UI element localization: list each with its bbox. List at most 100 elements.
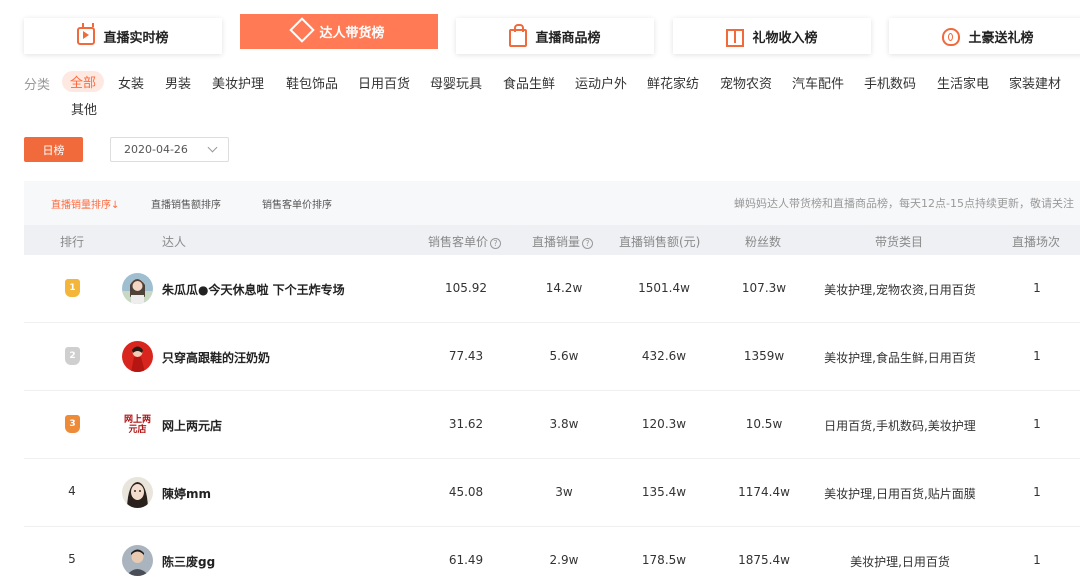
category-item[interactable]: 其他: [71, 99, 97, 118]
category-item[interactable]: 日用百货: [358, 73, 410, 92]
influencer-name[interactable]: 陳婷mm: [162, 485, 211, 502]
help-icon[interactable]: ?: [490, 238, 502, 249]
rank-number: 5: [68, 552, 76, 566]
unit-price: 45.08: [448, 485, 484, 499]
category-item[interactable]: 食品生鲜: [503, 73, 555, 92]
help-icon[interactable]: ?: [582, 238, 594, 249]
category-item[interactable]: 汽车配件: [792, 73, 844, 92]
category-item[interactable]: 运动户外: [575, 73, 627, 92]
fans-count: 1359w: [743, 349, 785, 363]
product-categories: 美妆护理,日用百货: [850, 555, 950, 569]
sort-bar: 直播销量排序↓ 直播销售额排序 销售客单价排序 蝉妈妈达人带货榜和直播商品榜，每…: [24, 181, 1080, 225]
influencer-name[interactable]: 网上两元店: [162, 417, 222, 434]
gift-icon: [726, 29, 745, 47]
column-header-live-volume[interactable]: 直播销量?: [532, 233, 594, 250]
unit-price: 61.49: [448, 553, 484, 567]
table-row[interactable]: 4 陳婷mm 45.08 3w 135.4w 1174.4w 美妆护理,日用百货…: [24, 459, 1080, 527]
product-categories: 日用百货,手机数码,美妆护理: [824, 419, 976, 433]
sort-by-live-sales[interactable]: 直播销售额排序: [151, 196, 221, 211]
table-row[interactable]: 2 只穿高跟鞋的汪奶奶 77.43 5.6w 432.6w 1359w 美妆护理…: [24, 323, 1080, 391]
tab-live-products[interactable]: 直播商品榜: [456, 18, 654, 54]
diamond-icon: [289, 16, 316, 43]
tab-label: 礼物收入榜: [752, 30, 818, 46]
live-sessions: 1: [1033, 349, 1041, 363]
category-item[interactable]: 宠物农资: [720, 73, 772, 92]
bronze-medal-icon: 3: [65, 415, 80, 433]
tab-label: 直播商品榜: [535, 30, 601, 46]
column-header-fans: 粉丝数: [745, 235, 782, 249]
fans-count: 1174.4w: [738, 485, 790, 499]
category-item[interactable]: 手机数码: [864, 73, 916, 92]
avatar-logo-text: 网上两元店: [124, 414, 152, 435]
tab-gift-income[interactable]: 礼物收入榜: [673, 18, 871, 54]
category-item-all[interactable]: 全部: [62, 71, 105, 92]
live-volume: 14.2w: [545, 281, 583, 295]
tab-label: 直播实时榜: [103, 30, 169, 46]
tab-influencer-sales[interactable]: 达人带货榜: [240, 14, 438, 49]
column-header-unit-price[interactable]: 销售客单价?: [428, 233, 502, 250]
tab-label: 土豪送礼榜: [968, 30, 1034, 46]
column-header-live-sales: 直播销售额(元): [619, 235, 701, 249]
chevron-down-icon: [207, 142, 218, 153]
update-notice: 蝉妈妈达人带货榜和直播商品榜，每天12点-15点持续更新，敬请关注: [734, 197, 1074, 210]
category-item[interactable]: 女装: [118, 73, 144, 92]
product-categories: 美妆护理,食品生鲜,日用百货: [824, 351, 976, 365]
avatar[interactable]: [122, 545, 153, 576]
influencer-name[interactable]: 朱瓜瓜●今天休息啦 下个王炸专场: [162, 281, 345, 298]
fans-count: 107.3w: [741, 281, 787, 295]
tv-icon: [77, 27, 96, 45]
influencer-name[interactable]: 只穿高跟鞋的汪奶奶: [162, 349, 270, 366]
tab-big-spenders[interactable]: 土豪送礼榜: [889, 18, 1080, 54]
live-sales: 135.4w: [641, 485, 687, 499]
category-item[interactable]: 生活家电: [937, 73, 989, 92]
shopping-bag-icon: [509, 24, 528, 47]
column-header-sessions: 直播场次: [1012, 235, 1061, 249]
live-sessions: 1: [1033, 417, 1041, 431]
category-item[interactable]: 美妆护理: [212, 73, 264, 92]
category-item[interactable]: 母婴玩具: [430, 73, 482, 92]
live-volume: 3.8w: [549, 417, 579, 431]
date-value: 2020-04-26: [124, 143, 188, 156]
table-header: 排行 达人 销售客单价? 直播销量? 直播销售额(元) 粉丝数 带货类目 直播场…: [24, 225, 1080, 255]
unit-price: 77.43: [448, 349, 484, 363]
sort-by-live-volume[interactable]: 直播销量排序↓: [51, 196, 119, 211]
category-item[interactable]: 鞋包饰品: [286, 73, 338, 92]
category-label: 分类: [24, 78, 51, 93]
live-volume: 5.6w: [549, 349, 579, 363]
date-select[interactable]: 2020-04-26: [110, 137, 229, 162]
table-row[interactable]: 5 陈三废gg 61.49 2.9w 178.5w 1875.4w 美妆护理,日…: [24, 527, 1080, 584]
silver-medal-icon: 2: [65, 347, 80, 365]
avatar[interactable]: [122, 477, 153, 508]
category-item[interactable]: 鲜花家纺: [647, 73, 699, 92]
live-volume: 3w: [555, 485, 573, 499]
avatar[interactable]: 网上两元店: [122, 409, 153, 440]
money-bag-icon: [942, 28, 961, 46]
sort-down-arrow-icon: ↓: [111, 200, 120, 211]
daily-ranking-button[interactable]: 日榜: [24, 137, 83, 162]
gold-medal-icon: 1: [65, 279, 80, 297]
tab-live-realtime[interactable]: 直播实时榜: [24, 18, 222, 54]
live-sales: 120.3w: [641, 417, 687, 431]
influencer-name[interactable]: 陈三废gg: [162, 553, 215, 570]
live-sessions: 1: [1033, 553, 1041, 567]
table-row[interactable]: 1 朱瓜瓜●今天休息啦 下个王炸专场 105.92 14.2w 1501.4w …: [24, 255, 1080, 323]
column-label: 销售客单价: [428, 235, 489, 249]
live-sales: 432.6w: [641, 349, 687, 363]
category-item[interactable]: 家装建材: [1009, 73, 1061, 92]
live-sales: 1501.4w: [638, 281, 690, 295]
column-label: 直播销量: [532, 235, 581, 249]
unit-price: 31.62: [448, 417, 484, 431]
sort-by-unit-price[interactable]: 销售客单价排序: [262, 196, 332, 211]
fans-count: 1875.4w: [738, 553, 790, 567]
table-row[interactable]: 3 网上两元店 网上两元店 31.62 3.8w 120.3w 10.5w 日用…: [24, 391, 1080, 459]
column-header-influencer: 达人: [162, 235, 187, 249]
rank-number: 4: [68, 484, 76, 498]
tab-label: 达人带货榜: [319, 26, 385, 41]
avatar[interactable]: [122, 273, 153, 304]
avatar[interactable]: [122, 341, 153, 372]
product-categories: 美妆护理,日用百货,贴片面膜: [824, 487, 976, 501]
category-item[interactable]: 男装: [165, 73, 191, 92]
live-sessions: 1: [1033, 485, 1041, 499]
fans-count: 10.5w: [745, 417, 783, 431]
column-header-categories: 带货类目: [875, 235, 924, 249]
